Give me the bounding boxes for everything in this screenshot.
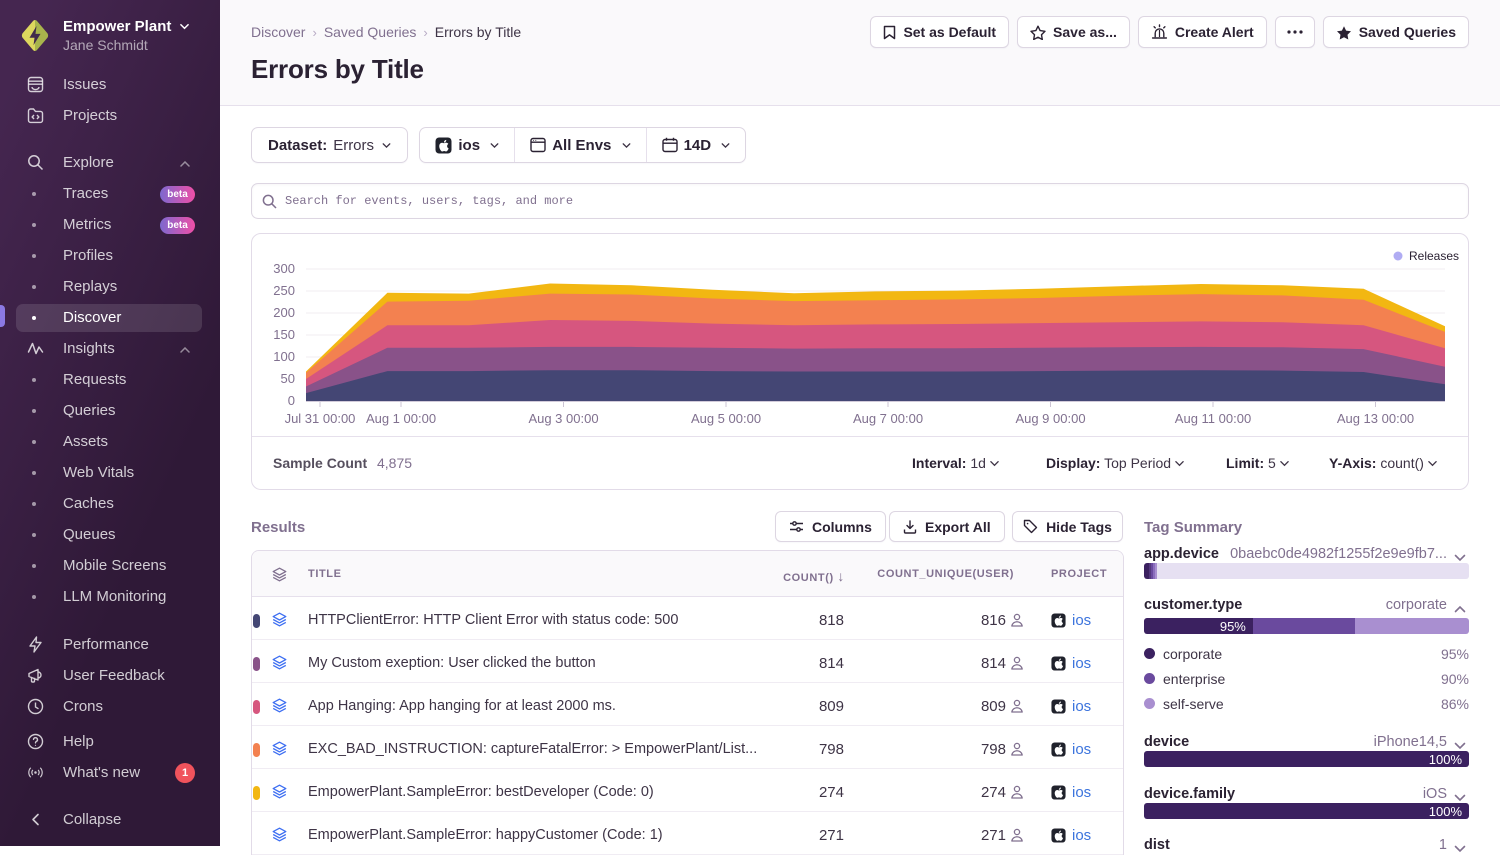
svg-text:Aug 7 00:00: Aug 7 00:00	[853, 411, 923, 426]
svg-text:50: 50	[281, 371, 295, 386]
svg-text:300: 300	[273, 261, 295, 276]
svg-text:Aug 9 00:00: Aug 9 00:00	[1015, 411, 1085, 426]
svg-text:Aug 13 00:00: Aug 13 00:00	[1337, 411, 1414, 426]
svg-text:Jul 31 00:00: Jul 31 00:00	[285, 411, 356, 426]
svg-text:Releases: Releases	[1409, 249, 1459, 263]
svg-text:Aug 5 00:00: Aug 5 00:00	[691, 411, 761, 426]
svg-text:0: 0	[288, 393, 295, 408]
svg-text:Aug 3 00:00: Aug 3 00:00	[528, 411, 598, 426]
svg-text:Aug 11 00:00: Aug 11 00:00	[1175, 411, 1251, 426]
svg-text:250: 250	[273, 283, 295, 298]
svg-text:200: 200	[273, 305, 295, 320]
svg-text:150: 150	[273, 327, 295, 342]
svg-text:100: 100	[273, 349, 295, 364]
svg-text:Aug 1 00:00: Aug 1 00:00	[366, 411, 436, 426]
